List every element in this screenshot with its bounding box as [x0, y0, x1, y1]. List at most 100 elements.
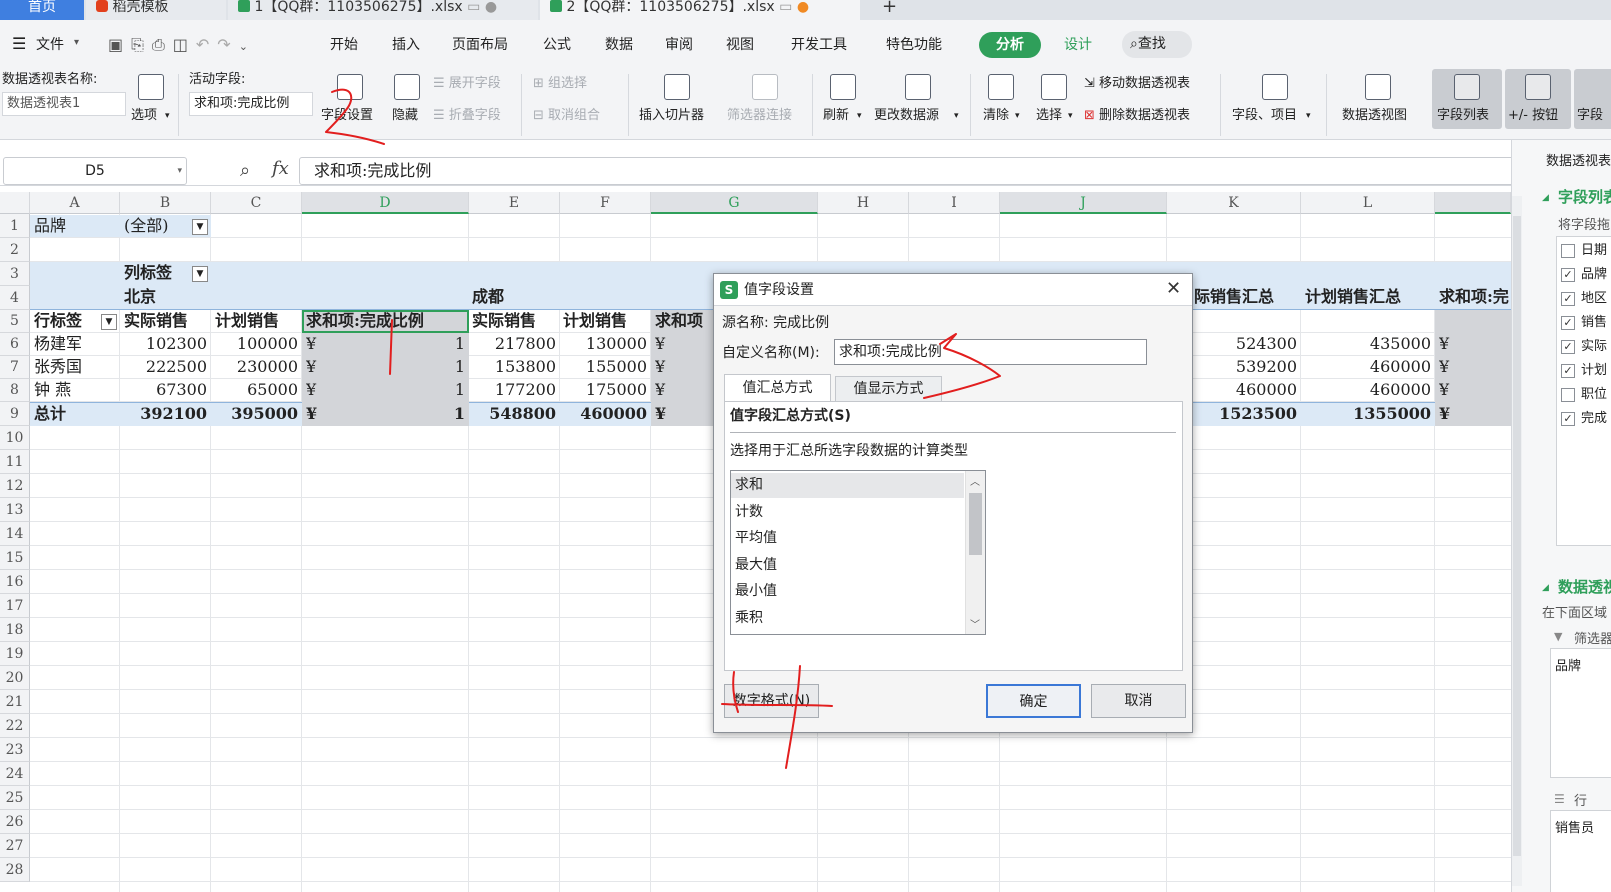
bj-plan-cell[interactable]: 100000 [211, 333, 298, 355]
total-plan-cell[interactable]: 435000 [1301, 333, 1431, 355]
row-header-12[interactable]: 12 [0, 474, 30, 498]
tab-templates[interactable]: 稻壳模板 [86, 0, 226, 20]
bj-plan-cell[interactable]: 395000 [211, 403, 298, 425]
menu-file[interactable]: 文件 [36, 37, 64, 53]
hamburger-icon[interactable]: ☰ [12, 36, 26, 52]
options-icon[interactable] [138, 74, 164, 100]
hide-icon[interactable] [394, 74, 420, 100]
row-header-21[interactable]: 21 [0, 690, 30, 714]
group-selection-button[interactable]: ⊞ 组选择 [533, 76, 587, 92]
tab-file-2[interactable]: 2【QQ群：1103506275】.xlsx ▭ ● [540, 0, 860, 20]
menu-page-layout[interactable]: 页面布局 [452, 37, 508, 53]
field-checkbox[interactable] [1561, 244, 1575, 258]
field-checkbox[interactable]: ✓ [1561, 316, 1575, 330]
filter-connections-button[interactable]: 筛选器连接 [727, 108, 792, 124]
chevron-down-icon[interactable]: ▾ [177, 158, 182, 184]
cd-ratio-currency-cell[interactable]: ¥ [655, 333, 675, 355]
delete-pt-button[interactable]: ⊠ 删除数据透视表 [1084, 108, 1190, 124]
name-box[interactable]: D5 ▾ [3, 157, 187, 185]
field-label[interactable]: 品牌 [1581, 265, 1607, 285]
row-header-2[interactable]: 2 [0, 238, 30, 262]
cd-plan-cell[interactable]: 460000 [560, 403, 647, 425]
export-icon[interactable]: ⎘ [131, 35, 152, 54]
row-header-4[interactable]: 4 [0, 286, 30, 310]
row-label-cell[interactable]: 杨建军 [34, 333, 114, 355]
collapse-triangle-icon[interactable]: ◢ [1542, 193, 1549, 203]
bj-ratio-currency-cell[interactable]: ¥ [306, 379, 326, 401]
save-icon[interactable]: ▣ [108, 35, 131, 54]
ungroup-button[interactable]: ⊟ 取消组合 [533, 108, 600, 124]
scroll-thumb[interactable] [969, 493, 982, 555]
row-header-10[interactable]: 10 [0, 426, 30, 450]
move-pt-button[interactable]: ⇲ 移动数据透视表 [1084, 76, 1190, 92]
ok-button[interactable]: 确定 [986, 684, 1081, 718]
field-checkbox[interactable]: ✓ [1561, 412, 1575, 426]
options-button[interactable]: 选项 [131, 108, 157, 124]
rows-area-item[interactable]: 销售员 [1555, 817, 1594, 836]
clear-button[interactable]: 清除 [983, 108, 1009, 124]
task-pane-scrollbar[interactable] [1512, 196, 1522, 886]
row-label-cell[interactable]: 总计 [34, 403, 114, 425]
field-settings-button[interactable]: 字段设置 [321, 108, 373, 124]
row-header-15[interactable]: 15 [0, 546, 30, 570]
total-ratio-currency-cell[interactable]: ¥ [1439, 403, 1459, 425]
print-preview-icon[interactable]: ◫ [173, 35, 196, 54]
bj-ratio-cell[interactable]: 1 [326, 356, 465, 378]
number-format-button[interactable]: 数字格式(N) [724, 684, 819, 718]
total-plan-cell[interactable]: 460000 [1301, 379, 1431, 401]
cd-plan-cell[interactable]: 155000 [560, 356, 647, 378]
cd-ratio-currency-cell[interactable]: ¥ [655, 379, 675, 401]
menu-review[interactable]: 审阅 [665, 37, 693, 53]
row-header-9[interactable]: 9 [0, 402, 30, 426]
tab-home[interactable]: 首页 [0, 0, 84, 20]
row-header-19[interactable]: 19 [0, 642, 30, 666]
column-labels-dropdown[interactable]: ▼ [192, 266, 208, 282]
formula-input[interactable]: 求和项:完成比例 [299, 157, 1529, 185]
row-header-25[interactable]: 25 [0, 786, 30, 810]
clear-icon[interactable] [988, 74, 1014, 100]
collapse-field-button[interactable]: ☰ 折叠字段 [433, 108, 501, 124]
bj-ratio-currency-cell[interactable]: ¥ [306, 333, 326, 355]
field-label[interactable]: 职位 [1581, 385, 1607, 405]
row-header-3[interactable]: 3 [0, 262, 30, 286]
cd-plan-cell[interactable]: 130000 [560, 333, 647, 355]
cd-actual-cell[interactable]: 177200 [469, 379, 556, 401]
col-header-d[interactable]: D [302, 192, 469, 214]
menu-insert[interactable]: 插入 [392, 37, 420, 53]
select-icon[interactable] [1041, 74, 1067, 100]
row-header-8[interactable]: 8 [0, 379, 30, 402]
menu-developer[interactable]: 开发工具 [791, 37, 847, 53]
function-option[interactable]: 计数 [731, 500, 964, 525]
change-source-chevron-icon[interactable]: ▾ [954, 108, 959, 124]
undo-icon[interactable]: ↶ [196, 35, 217, 54]
bj-actual-cell[interactable]: 222500 [120, 356, 207, 378]
close-icon[interactable]: ✕ [1166, 278, 1181, 300]
col-header-l[interactable]: L [1301, 192, 1435, 214]
field-label[interactable]: 日期 [1581, 241, 1607, 261]
listbox-scrollbar[interactable]: ︿ ﹀ [965, 471, 985, 634]
menu-data[interactable]: 数据 [605, 37, 633, 53]
cd-actual-cell[interactable]: 217800 [469, 333, 556, 355]
row-header-27[interactable]: 27 [0, 834, 30, 858]
bj-actual-cell[interactable]: 102300 [120, 333, 207, 355]
expand-field-button[interactable]: ☰ 展开字段 [433, 76, 501, 92]
search-box[interactable]: ⌕查找 [1122, 31, 1192, 58]
row-header-1[interactable]: 1 [0, 214, 30, 238]
select-button[interactable]: 选择 [1036, 108, 1062, 124]
customize-icon[interactable]: ⌄ [239, 40, 256, 53]
total-ratio-currency-cell[interactable]: ¥ [1439, 356, 1459, 378]
change-source-button[interactable]: 更改数据源 [874, 108, 939, 124]
clear-chevron-icon[interactable]: ▾ [1015, 108, 1020, 124]
bj-plan-cell[interactable]: 230000 [211, 356, 298, 378]
zoom-formula-icon[interactable]: ⌕ [240, 160, 250, 181]
task-pane-scroll-thumb[interactable] [1513, 216, 1521, 856]
refresh-button[interactable]: 刷新 [823, 108, 849, 124]
menu-analyze[interactable]: 分析 [979, 32, 1041, 58]
tab-show-values-as[interactable]: 值显示方式 [835, 376, 942, 402]
menu-home[interactable]: 开始 [330, 37, 358, 53]
row-header-23[interactable]: 23 [0, 738, 30, 762]
field-label[interactable]: 计划 [1581, 361, 1607, 381]
row-header-7[interactable]: 7 [0, 356, 30, 379]
field-label[interactable]: 销售 [1581, 313, 1607, 333]
custom-name-input[interactable]: 求和项:完成比例 [834, 339, 1147, 365]
